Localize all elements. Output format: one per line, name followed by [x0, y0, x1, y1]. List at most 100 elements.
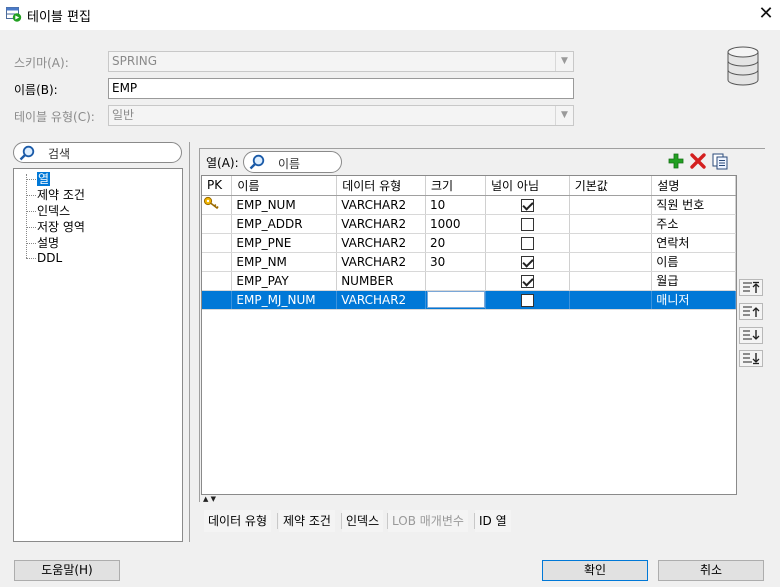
size-cell[interactable]: 20 [425, 233, 487, 253]
not-null-checkbox[interactable] [520, 274, 534, 288]
table-type-select[interactable]: 일반 ▼ [108, 105, 574, 126]
nav-item-comment[interactable]: 설명 [37, 235, 59, 251]
help-button[interactable]: 도움말(H) [14, 560, 120, 581]
database-icon [727, 46, 759, 86]
pk-cell[interactable] [202, 290, 233, 310]
not-null-checkbox[interactable] [520, 255, 534, 269]
move-bottom-button[interactable] [739, 350, 763, 367]
move-top-button[interactable] [739, 279, 763, 296]
name-cell[interactable]: EMP_PAY [231, 271, 338, 291]
size-cell[interactable] [425, 290, 487, 310]
not-null-cell[interactable] [485, 252, 570, 272]
default-cell[interactable] [569, 214, 653, 234]
size-cell[interactable]: 1000 [425, 214, 487, 234]
tab-data-type[interactable]: 데이터 유형 [204, 510, 272, 532]
pk-cell[interactable] [202, 252, 233, 272]
table-row[interactable]: EMP_MJ_NUM VARCHAR2 매니저 [202, 290, 736, 310]
comment-cell[interactable]: 직원 번호 [651, 195, 736, 215]
pk-cell[interactable] [202, 233, 233, 253]
default-cell[interactable] [569, 195, 653, 215]
schema-select[interactable]: SPRING ▼ [108, 51, 574, 72]
name-cell[interactable]: EMP_NUM [231, 195, 338, 215]
comment-cell[interactable]: 매니저 [651, 290, 736, 310]
name-cell[interactable]: EMP_MJ_NUM [231, 290, 338, 310]
comment-cell[interactable]: 연락처 [651, 233, 736, 253]
tab-identity-column[interactable]: ID 열 [475, 510, 511, 532]
size-edit-input[interactable] [427, 291, 485, 308]
not-null-cell[interactable] [485, 195, 570, 215]
columns-label: 열(A): [206, 156, 239, 170]
comment-cell[interactable]: 주소 [651, 214, 736, 234]
size-cell[interactable]: 30 [425, 252, 487, 272]
delete-icon[interactable] [689, 152, 707, 170]
name-cell[interactable]: EMP_ADDR [231, 214, 338, 234]
window-title: 테이블 편집 [27, 10, 91, 25]
type-cell[interactable]: VARCHAR2 [336, 214, 427, 234]
move-up-button[interactable] [739, 303, 763, 320]
copy-icon[interactable] [711, 152, 729, 170]
not-null-cell[interactable] [485, 233, 570, 253]
column-header-not-null[interactable]: 널이 아님 [485, 176, 570, 196]
nav-item-constraints[interactable]: 제약 조건 [37, 187, 85, 203]
column-header-pk[interactable]: PK [202, 176, 233, 196]
cancel-button[interactable]: 취소 [658, 560, 764, 581]
close-icon[interactable]: ✕ [756, 4, 776, 24]
column-header-default[interactable]: 기본값 [569, 176, 653, 196]
tab-lob-parameters[interactable]: LOB 매개변수 [388, 510, 468, 532]
not-null-cell[interactable] [485, 271, 570, 291]
grid-header-row: PK 이름 데이터 유형 크기 널이 아님 기본값 설명 [202, 176, 736, 196]
column-header-type[interactable]: 데이터 유형 [336, 176, 427, 196]
default-cell[interactable] [569, 271, 653, 291]
move-down-button[interactable] [739, 327, 763, 344]
type-cell[interactable]: NUMBER [336, 271, 427, 291]
collapse-arrows-icon[interactable]: ▲ ▼ [203, 496, 223, 503]
default-cell[interactable] [569, 290, 653, 310]
size-cell[interactable]: 10 [425, 195, 487, 215]
default-cell[interactable] [569, 252, 653, 272]
not-null-cell[interactable] [485, 290, 570, 310]
panel-splitter[interactable] [189, 142, 190, 542]
comment-cell[interactable]: 월급 [651, 271, 736, 291]
nav-search-input[interactable]: 검색 [13, 142, 182, 163]
title-bar: 테이블 편집 ✕ [0, 0, 780, 30]
not-null-cell[interactable] [485, 214, 570, 234]
tab-indexes[interactable]: 인덱스 [342, 510, 384, 532]
pk-cell[interactable] [202, 214, 233, 234]
column-search-input[interactable]: 이름 [243, 151, 342, 173]
size-cell[interactable] [425, 271, 487, 291]
type-cell[interactable]: VARCHAR2 [336, 252, 427, 272]
table-row[interactable]: EMP_NUM VARCHAR2 10 직원 번호 [202, 195, 736, 215]
comment-cell[interactable]: 이름 [651, 252, 736, 272]
table-row[interactable]: EMP_NM VARCHAR2 30 이름 [202, 252, 736, 272]
table-row[interactable]: EMP_ADDR VARCHAR2 1000 주소 [202, 214, 736, 234]
column-header-name[interactable]: 이름 [231, 176, 338, 196]
chevron-down-icon: ▼ [555, 106, 573, 125]
not-null-checkbox[interactable] [520, 217, 534, 231]
not-null-checkbox[interactable] [520, 198, 534, 212]
name-cell[interactable]: EMP_NM [231, 252, 338, 272]
pk-cell[interactable] [202, 271, 233, 291]
nav-item-storage[interactable]: 저장 영역 [37, 219, 85, 235]
type-cell[interactable]: VARCHAR2 [336, 233, 427, 253]
ok-button[interactable]: 확인 [542, 560, 648, 581]
nav-item-columns[interactable]: 열 [37, 171, 51, 187]
add-icon[interactable] [667, 152, 685, 170]
default-cell[interactable] [569, 233, 653, 253]
column-header-size[interactable]: 크기 [425, 176, 487, 196]
move-down-icon [743, 330, 760, 340]
nav-item-indexes[interactable]: 인덱스 [37, 203, 70, 219]
schema-label: 스키마(A): [14, 56, 69, 70]
table-name-input[interactable]: EMP [108, 78, 574, 99]
move-top-icon [743, 281, 760, 293]
table-row[interactable]: EMP_PNE VARCHAR2 20 연락처 [202, 233, 736, 253]
nav-item-ddl[interactable]: DDL [37, 250, 62, 266]
column-header-comment[interactable]: 설명 [651, 176, 736, 196]
not-null-checkbox[interactable] [520, 293, 534, 307]
type-cell[interactable]: VARCHAR2 [336, 290, 427, 310]
type-cell[interactable]: VARCHAR2 [336, 195, 427, 215]
not-null-checkbox[interactable] [520, 236, 534, 250]
tab-constraints[interactable]: 제약 조건 [279, 510, 335, 532]
pk-cell[interactable] [202, 195, 233, 215]
table-row[interactable]: EMP_PAY NUMBER 월급 [202, 271, 736, 291]
name-cell[interactable]: EMP_PNE [231, 233, 338, 253]
